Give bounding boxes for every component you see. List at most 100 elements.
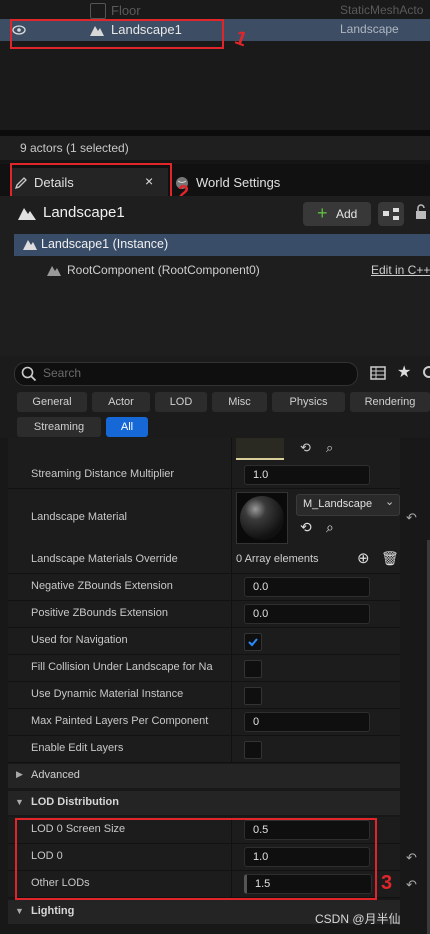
property-label: Streaming Distance Multiplier xyxy=(31,468,175,480)
property-row: ⟲ ⌕ xyxy=(8,438,400,463)
actor-count: 9 actors (1 selected) xyxy=(20,141,129,155)
streaming-distance-input[interactable]: 1.0 xyxy=(244,465,370,485)
star-icon[interactable]: ★ xyxy=(397,362,411,382)
material-thumbnail[interactable] xyxy=(236,492,288,544)
column-divider xyxy=(231,601,232,627)
tab-world-settings[interactable]: World Settings xyxy=(172,168,322,196)
outliner-row-type: Landscape xyxy=(340,22,399,36)
gear-icon[interactable] xyxy=(421,364,430,380)
pos-zbounds-input[interactable]: 0.0 xyxy=(244,604,370,624)
column-divider xyxy=(231,574,232,600)
column-divider xyxy=(231,547,232,573)
material-dropdown[interactable]: M_Landscape ⌄ xyxy=(296,494,400,516)
search-icon xyxy=(21,366,37,382)
actor-title: Landscape1 xyxy=(43,204,125,221)
add-element-icon[interactable]: ⊕ xyxy=(357,549,370,567)
material-sphere xyxy=(240,496,284,540)
lod-distribution-category[interactable]: ▼ LOD Distribution xyxy=(8,791,400,815)
fill-collision-checkbox[interactable] xyxy=(244,660,262,678)
lock-icon[interactable] xyxy=(414,204,428,220)
property-label: Landscape Materials Override xyxy=(31,553,178,565)
chevron-down-icon: ▼ xyxy=(15,906,24,916)
max-painted-row: Max Painted Layers Per Component 0 xyxy=(8,709,400,736)
edit-layers-checkbox[interactable] xyxy=(244,741,262,759)
dynamic-material-checkbox[interactable] xyxy=(244,687,262,705)
reset-to-default-icon[interactable]: ↶ xyxy=(406,850,417,866)
landscape-material-row: Landscape Material M_Landscape ⌄ ⟲ ⌕ xyxy=(8,489,400,548)
blueprint-icon xyxy=(383,208,399,220)
add-label: Add xyxy=(336,207,358,221)
browse-icon[interactable]: ⌕ xyxy=(326,440,333,456)
column-divider xyxy=(231,462,232,488)
instance-label: Landscape1 (Instance) xyxy=(41,237,169,251)
table-view-icon[interactable] xyxy=(370,365,386,381)
browse-asset-icon[interactable]: ⌕ xyxy=(326,519,334,536)
annotation-box-3 xyxy=(15,818,377,900)
dynamic-material-row: Use Dynamic Material Instance xyxy=(8,682,400,709)
filter-general[interactable]: General xyxy=(17,392,87,412)
watermark: CSDN @月半仙 xyxy=(315,912,401,926)
neg-zbounds-input[interactable]: 0.0 xyxy=(244,577,370,597)
chevron-down-icon: ⌄ xyxy=(385,496,395,508)
landscape-icon xyxy=(18,208,36,220)
reset-to-default-icon[interactable]: ↶ xyxy=(406,877,417,893)
advanced-category[interactable]: ▶ Advanced xyxy=(8,764,400,788)
property-label: Positive ZBounds Extension xyxy=(31,607,168,619)
root-component-label[interactable]: RootComponent (RootComponent0) xyxy=(67,263,260,277)
filter-rendering[interactable]: Rendering xyxy=(350,392,430,412)
property-label: Negative ZBounds Extension xyxy=(31,580,173,592)
use-asset-icon[interactable]: ⟲ xyxy=(300,440,311,456)
edit-layers-row: Enable Edit Layers xyxy=(8,736,400,763)
category-label: LOD Distribution xyxy=(31,796,119,808)
filter-lod[interactable]: LOD xyxy=(155,392,207,412)
category-label: Lighting xyxy=(31,905,75,917)
filter-all[interactable]: All xyxy=(106,417,148,437)
add-component-button[interactable]: + Add xyxy=(303,202,371,226)
streaming-distance-row: Streaming Distance Multiplier 1.0 xyxy=(8,462,400,489)
filter-misc[interactable]: Misc xyxy=(212,392,267,412)
column-divider xyxy=(231,682,232,708)
annotation-3: 3 xyxy=(381,872,393,894)
column-divider xyxy=(231,438,232,462)
property-label: Landscape Material xyxy=(31,511,128,523)
category-label: Advanced xyxy=(31,769,80,781)
neg-zbounds-row: Negative ZBounds Extension 0.0 xyxy=(8,574,400,601)
annotation-box-2 xyxy=(10,163,172,200)
edit-in-cpp-link[interactable]: Edit in C++ xyxy=(371,263,430,277)
max-painted-input[interactable]: 0 xyxy=(244,712,370,732)
actor-count-bar: 9 actors (1 selected) xyxy=(0,136,430,160)
column-divider xyxy=(231,709,232,735)
property-label: Max Painted Layers Per Component xyxy=(31,715,209,727)
column-divider xyxy=(231,628,232,654)
filter-streaming[interactable]: Streaming xyxy=(17,417,101,437)
chevron-right-icon: ▶ xyxy=(16,769,23,779)
annotation-box-1 xyxy=(10,19,224,49)
filter-actor[interactable]: Actor xyxy=(92,392,150,412)
column-divider xyxy=(231,655,232,681)
property-label: Fill Collision Under Landscape for Na xyxy=(31,661,213,673)
trash-icon[interactable]: 🗑 xyxy=(381,550,399,567)
search-input[interactable]: Search xyxy=(14,362,358,386)
tab-world-settings-label: World Settings xyxy=(196,175,281,190)
component-instance-row[interactable]: Landscape1 (Instance) xyxy=(14,234,430,256)
component-icon xyxy=(47,266,61,276)
materials-override-row: Landscape Materials Override 0 Array ele… xyxy=(8,547,400,574)
material-value: M_Landscape xyxy=(303,498,373,510)
column-divider xyxy=(231,489,232,547)
used-for-navigation-row: Used for Navigation xyxy=(8,628,400,655)
search-placeholder: Search xyxy=(43,366,82,380)
plus-icon: + xyxy=(317,203,328,223)
array-count: 0 Array elements xyxy=(236,553,319,565)
property-label: Used for Navigation xyxy=(31,634,128,646)
reset-to-default-icon[interactable]: ↶ xyxy=(406,510,417,526)
used-for-navigation-checkbox[interactable] xyxy=(244,633,262,651)
outliner-row-name: Floor xyxy=(111,3,141,18)
fill-collision-row: Fill Collision Under Landscape for Na xyxy=(8,655,400,682)
column-divider xyxy=(231,736,232,762)
filter-physics[interactable]: Physics xyxy=(272,392,345,412)
blueprint-button[interactable] xyxy=(378,202,404,226)
use-selected-icon[interactable]: ⟲ xyxy=(300,519,312,536)
landscape-icon xyxy=(23,240,37,250)
texture-thumbnail[interactable] xyxy=(236,438,284,460)
outliner-row-type: StaticMeshActo xyxy=(340,3,424,17)
